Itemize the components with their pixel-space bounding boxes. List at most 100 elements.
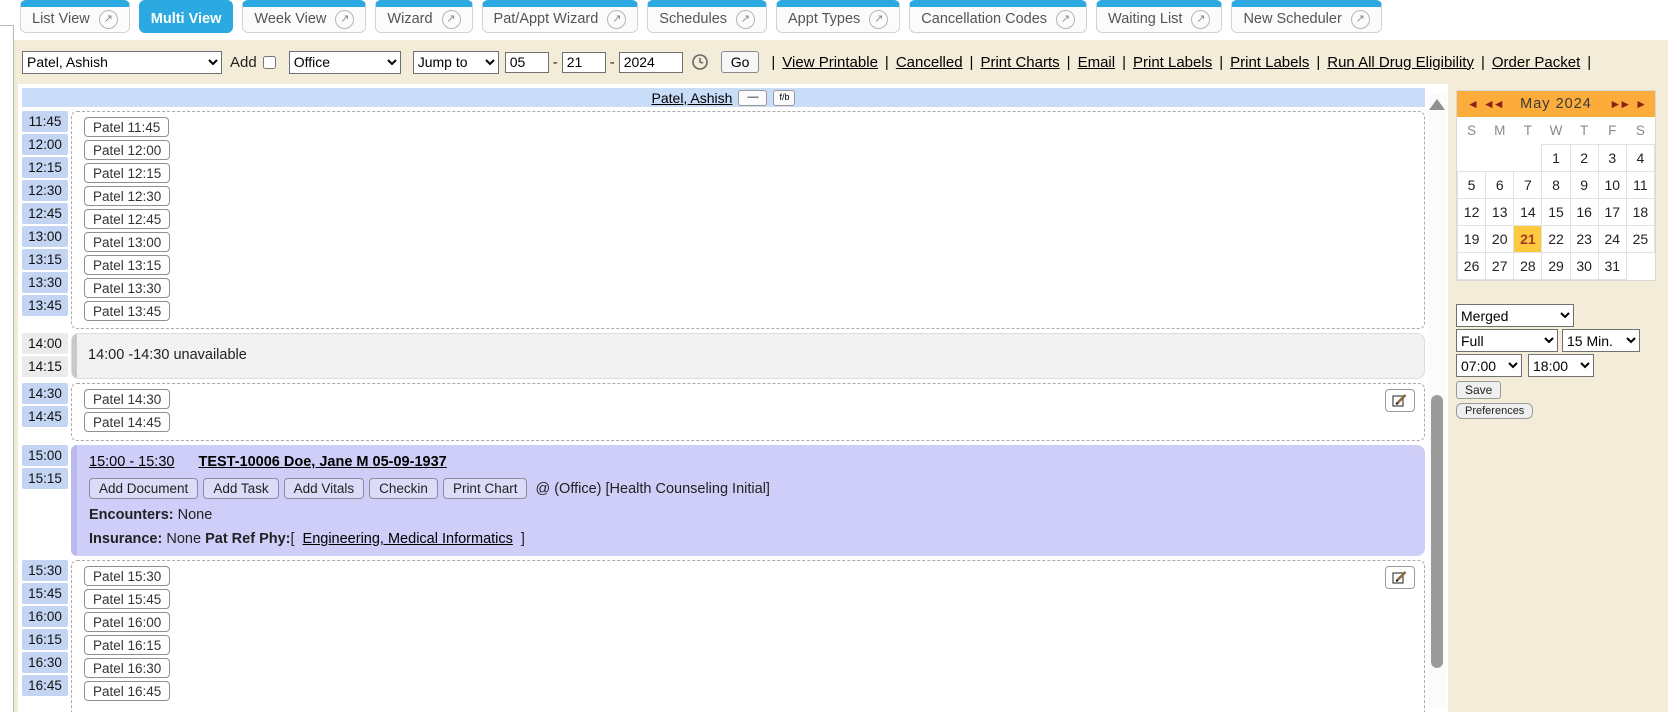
referring-physician-link[interactable]: Engineering, Medical Informatics [303, 531, 513, 547]
day-cell-4[interactable]: 4 [1626, 145, 1654, 172]
day-cell-10[interactable]: 10 [1598, 172, 1626, 199]
next-month-icon[interactable]: ►► [1609, 97, 1629, 111]
day-cell-13[interactable]: 13 [1486, 199, 1514, 226]
prev-month-icon[interactable]: ◄◄ [1483, 97, 1503, 111]
day-cell-26[interactable]: 26 [1458, 253, 1486, 280]
toolbar-link-view-printable[interactable]: View Printable [782, 54, 878, 71]
appointment-time-link[interactable]: 15:00 - 15:30 [89, 454, 174, 470]
patient-link[interactable]: TEST-10006 Doe, Jane M 05-09-1937 [198, 454, 446, 470]
day-cell-14[interactable]: 14 [1514, 199, 1542, 226]
day-cell-3[interactable]: 3 [1598, 145, 1626, 172]
toolbar-link-run-all-drug-eligibility[interactable]: Run All Drug Eligibility [1327, 54, 1474, 71]
slot-button-patel-12-15[interactable]: Patel 12:15 [84, 163, 170, 183]
tab-appt-types[interactable]: Appt Types↗ [776, 0, 900, 33]
slot-button-patel-12-00[interactable]: Patel 12:00 [84, 140, 170, 160]
day-cell-17[interactable]: 17 [1598, 199, 1626, 226]
day-cell-2[interactable]: 2 [1570, 145, 1598, 172]
vertical-scrollbar[interactable] [1428, 94, 1446, 708]
slot-button-patel-13-00[interactable]: Patel 13:00 [84, 232, 170, 252]
day-cell-20[interactable]: 20 [1486, 226, 1514, 253]
open-new-window-icon[interactable]: ↗ [99, 10, 118, 29]
day-cell-15[interactable]: 15 [1542, 199, 1570, 226]
tab-pat-appt-wizard[interactable]: Pat/Appt Wizard↗ [482, 0, 639, 33]
toolbar-link-order-packet[interactable]: Order Packet [1492, 54, 1580, 71]
checkin-button[interactable]: Checkin [369, 478, 438, 499]
tab-list-view[interactable]: List View↗ [20, 0, 130, 33]
toolbar-link-email[interactable]: Email [1078, 54, 1116, 71]
go-button[interactable]: Go [721, 51, 760, 73]
slot-button-patel-16-15[interactable]: Patel 16:15 [84, 635, 170, 655]
slot-button-patel-15-30[interactable]: Patel 15:30 [84, 566, 170, 586]
open-new-window-icon[interactable]: ↗ [1351, 10, 1370, 29]
day-cell-1[interactable]: 1 [1542, 145, 1570, 172]
toolbar-link-print-labels[interactable]: Print Labels [1230, 54, 1309, 71]
minimize-column-button[interactable]: — [738, 90, 767, 106]
day-cell-25[interactable]: 25 [1626, 226, 1654, 253]
open-new-window-icon[interactable]: ↗ [335, 10, 354, 29]
day-cell-12[interactable]: 12 [1458, 199, 1486, 226]
tab-week-view[interactable]: Week View↗ [242, 0, 366, 33]
slot-button-patel-16-00[interactable]: Patel 16:00 [84, 612, 170, 632]
add-document-button[interactable]: Add Document [89, 478, 198, 499]
tab-schedules[interactable]: Schedules↗ [647, 0, 767, 33]
end-time-select[interactable]: 18:00 [1528, 354, 1594, 377]
day-cell-9[interactable]: 9 [1570, 172, 1598, 199]
view-mode-select[interactable]: Merged [1456, 304, 1574, 327]
slot-button-patel-13-45[interactable]: Patel 13:45 [84, 301, 170, 321]
edit-provider-day-button[interactable] [1385, 566, 1415, 589]
day-cell-16[interactable]: 16 [1570, 199, 1598, 226]
toolbar-link-cancelled[interactable]: Cancelled [896, 54, 963, 71]
prev-year-icon[interactable]: ◄ [1467, 97, 1477, 111]
day-cell-5[interactable]: 5 [1458, 172, 1486, 199]
tab-new-scheduler[interactable]: New Scheduler↗ [1231, 0, 1381, 33]
date-year-input[interactable] [619, 52, 683, 73]
day-cell-30[interactable]: 30 [1570, 253, 1598, 280]
slot-button-patel-16-30[interactable]: Patel 16:30 [84, 658, 170, 678]
add-vitals-button[interactable]: Add Vitals [284, 478, 365, 499]
day-cell-22[interactable]: 22 [1542, 226, 1570, 253]
zoom-level-select[interactable]: Full [1456, 329, 1558, 352]
day-cell-29[interactable]: 29 [1542, 253, 1570, 280]
save-button[interactable]: Save [1456, 381, 1501, 399]
open-new-window-icon[interactable]: ↗ [1191, 10, 1210, 29]
preferences-button[interactable]: Preferences [1456, 403, 1533, 419]
calendar-popup-button[interactable] [691, 53, 709, 71]
scroll-up-arrow-icon[interactable] [1429, 99, 1445, 110]
open-new-window-icon[interactable]: ↗ [869, 10, 888, 29]
open-new-window-icon[interactable]: ↗ [607, 10, 626, 29]
open-new-window-icon[interactable]: ↗ [442, 10, 461, 29]
day-cell-24[interactable]: 24 [1598, 226, 1626, 253]
facility-select[interactable]: Office [289, 51, 401, 74]
next-year-icon[interactable]: ► [1635, 97, 1645, 111]
fb-toggle-button[interactable]: f/b [773, 90, 795, 106]
day-cell-8[interactable]: 8 [1542, 172, 1570, 199]
slot-button-patel-13-15[interactable]: Patel 13:15 [84, 255, 170, 275]
scrollbar-thumb[interactable] [1431, 395, 1443, 668]
day-cell-7[interactable]: 7 [1514, 172, 1542, 199]
day-cell-11[interactable]: 11 [1626, 172, 1654, 199]
jump-to-select[interactable]: Jump to [413, 51, 499, 74]
add-checkbox[interactable] [263, 56, 276, 69]
tab-cancellation-codes[interactable]: Cancellation Codes↗ [909, 0, 1087, 33]
provider-select[interactable]: Patel, Ashish [22, 51, 222, 74]
date-day-input[interactable] [562, 52, 606, 73]
slot-button-patel-12-45[interactable]: Patel 12:45 [84, 209, 170, 229]
day-cell-19[interactable]: 19 [1458, 226, 1486, 253]
open-new-window-icon[interactable]: ↗ [736, 10, 755, 29]
day-cell-27[interactable]: 27 [1486, 253, 1514, 280]
edit-provider-day-button[interactable] [1385, 389, 1415, 412]
day-cell-6[interactable]: 6 [1486, 172, 1514, 199]
tab-wizard[interactable]: Wizard↗ [375, 0, 472, 33]
day-cell-21[interactable]: 21 [1514, 226, 1542, 253]
add-task-button[interactable]: Add Task [203, 478, 278, 499]
toolbar-link-print-charts[interactable]: Print Charts [980, 54, 1059, 71]
slot-button-patel-14-30[interactable]: Patel 14:30 [84, 389, 170, 409]
print-chart-button[interactable]: Print Chart [443, 478, 528, 499]
tab-multi-view[interactable]: Multi View [139, 0, 234, 33]
date-month-input[interactable] [505, 52, 549, 73]
slot-button-patel-16-45[interactable]: Patel 16:45 [84, 681, 170, 701]
day-cell-28[interactable]: 28 [1514, 253, 1542, 280]
provider-header-link[interactable]: Patel, Ashish [652, 90, 733, 106]
toolbar-link-print-labels[interactable]: Print Labels [1133, 54, 1212, 71]
slot-button-patel-14-45[interactable]: Patel 14:45 [84, 412, 170, 432]
